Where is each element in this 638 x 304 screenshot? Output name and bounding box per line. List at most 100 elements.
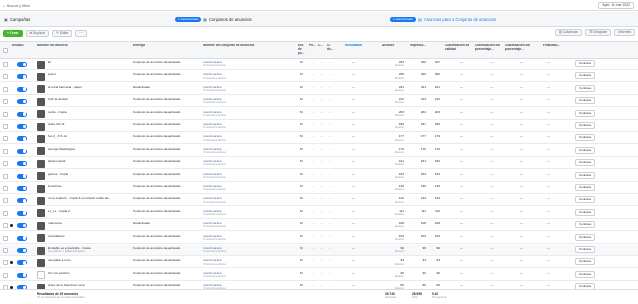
tab-ads[interactable]: 1 seleccionado ▤ Anuncios para 1 Conjunt… [390, 15, 496, 24]
row-checkbox[interactable] [3, 223, 8, 229]
table-row[interactable]: la reina hermana - papel Desactivado mundi… [0, 83, 638, 95]
search-filter-bar[interactable]: ⌕ Buscar y filtrar [3, 2, 423, 9]
end-date-button[interactable]: Continua [575, 221, 596, 229]
tab-adsets[interactable]: 1 seleccionada ▦ Conjuntos de anuncios [175, 15, 252, 24]
row-checkbox[interactable] [3, 210, 8, 216]
end-date-button[interactable]: Continua [575, 233, 596, 241]
end-date-button[interactable]: Continua [575, 246, 596, 253]
table-row[interactable]: gomes - Copia Conjunto de anuncios desact… [0, 170, 638, 182]
col-engagement[interactable]: Clasificación del porcentaje... [475, 44, 503, 52]
ad-toggle[interactable] [17, 86, 27, 92]
col-impressions[interactable]: Impresio... [410, 44, 430, 48]
ad-toggle[interactable] [17, 99, 27, 105]
col-reach[interactable]: Alcance [382, 44, 404, 48]
ad-toggle[interactable] [17, 173, 27, 179]
row-checkbox[interactable] [3, 62, 8, 67]
ad-name[interactable]: gomes - Copia [48, 172, 130, 176]
ad-name[interactable]: campaña a el ns [48, 258, 130, 262]
ad-toggle[interactable] [17, 136, 27, 142]
row-checkbox[interactable] [3, 248, 8, 253]
row-checkbox[interactable] [3, 99, 8, 105]
ad-toggle[interactable] [17, 223, 27, 229]
table-row[interactable]: El diablo es el pericidio - Copia Ver grá… [0, 245, 638, 256]
col-off-on[interactable]: Desact./ [12, 44, 34, 48]
ad-name[interactable]: George Washington [48, 147, 130, 151]
ad-name[interactable]: la lechroe [48, 184, 130, 188]
row-checkbox[interactable] [3, 260, 8, 266]
end-date-button[interactable]: Continua [575, 171, 596, 179]
table-row[interactable]: foo 2_ 3 ff- ok Conjunto de anuncios desa… [0, 133, 638, 145]
table-row[interactable]: mamonna Desactivado mundi verano 47 anuncio… [0, 220, 638, 232]
row-checkbox[interactable] [3, 124, 8, 129]
ad-toggle[interactable] [17, 272, 27, 278]
ad-name[interactable]: rumle - Copia [48, 110, 130, 114]
ad-toggle[interactable] [17, 186, 27, 191]
table-row[interactable]: porno Conjunto de anuncios desactivado mun… [0, 71, 638, 83]
end-date-button[interactable]: Continua [575, 184, 596, 191]
col-name[interactable]: Nombre del anuncio [37, 44, 127, 48]
date-range-picker[interactable]: Ayer: 11 mar 2022 [598, 2, 634, 9]
create-button[interactable]: + Crear [3, 29, 23, 37]
table-row[interactable]: CC con perritos Conjunto de anuncios desa… [0, 269, 638, 281]
ad-name[interactable]: porno [48, 72, 130, 76]
more-button[interactable]: ⋯ [75, 29, 87, 37]
ad-name[interactable]: el_ LL - Copia 2 [48, 209, 130, 213]
ad-toggle[interactable] [17, 148, 27, 154]
ad-name[interactable]: recordatorio [48, 234, 130, 238]
end-date-button[interactable]: Continua [575, 146, 596, 154]
end-date-button[interactable]: Continua [575, 84, 596, 92]
selection-badge[interactable]: 1 seleccionada [175, 17, 202, 22]
end-date-button[interactable]: Continua [575, 196, 596, 204]
col-delivery[interactable]: Entrega [133, 44, 198, 48]
table-row[interactable]: ipkad menial Conjunto de anuncios desacti… [0, 158, 638, 170]
row-hover-actions[interactable]: Ver gráficos ✎ Editar ⧉ Duplicar [48, 250, 130, 254]
row-checkbox[interactable] [3, 272, 8, 278]
ad-name[interactable]: video tick ttt [48, 122, 130, 126]
ad-toggle[interactable] [17, 124, 27, 129]
ad-name[interactable]: CC con perritos [48, 271, 130, 275]
table-row[interactable]: recordatorio Conjunto de anuncios desacti… [0, 232, 638, 244]
row-checkbox[interactable] [3, 111, 8, 117]
table-row[interactable]: rumle - Copia Conjunto de anuncios desact… [0, 108, 638, 120]
ad-name[interactable]: El [48, 60, 130, 64]
table-row[interactable]: la lechroe Conjunto de anuncios desactiva… [0, 183, 638, 194]
tab-campaigns[interactable]: ▣ Campañas [4, 15, 30, 24]
end-date-button[interactable]: Continua [575, 122, 596, 129]
ad-name[interactable]: foo 2_ 3 ff- ok [48, 134, 130, 138]
col-results[interactable]: Resultados [345, 44, 375, 48]
edit-button[interactable]: ✎ Editar [52, 29, 73, 37]
end-date-button[interactable]: Continua [575, 159, 596, 167]
end-date-button[interactable]: Continua [575, 134, 596, 142]
col-budget[interactable]: Est. de pu... [298, 44, 308, 55]
row-checkbox[interactable] [3, 136, 8, 142]
table-row[interactable]: El Conjunto de anuncios desactivado mundi … [0, 59, 638, 70]
ad-toggle[interactable] [17, 210, 27, 216]
search-input[interactable]: Buscar y filtrar [7, 4, 30, 8]
col-c[interactable]: C... [318, 44, 325, 48]
end-date-button[interactable]: Continua [575, 270, 596, 278]
col-quality[interactable]: Clasificación de calidad [445, 44, 473, 52]
end-date-button[interactable]: Continua [575, 97, 596, 105]
table-row[interactable]: George Washington Conjunto de anuncios de… [0, 145, 638, 157]
end-date-button[interactable]: Continua [575, 208, 596, 216]
columns-button[interactable]: ▥ Columnas: [554, 29, 583, 36]
ad-toggle[interactable] [17, 235, 27, 241]
table-row[interactable]: el_ LL - Copia 2 Conjunto de anuncios des… [0, 207, 638, 219]
table-row[interactable]: no le explicón - Copia 3 el cumpler toda… [0, 195, 638, 207]
end-date-button[interactable]: Continua [575, 60, 596, 67]
ad-name[interactable]: no le explicón - Copia 3 el cumpler toda… [48, 196, 130, 200]
ad-toggle[interactable] [17, 74, 27, 80]
ad-name[interactable]: video de la hoja drew coca [48, 283, 130, 287]
ad-name[interactable]: ipkad menial [48, 159, 130, 163]
table-row[interactable]: campaña a el ns Conjunto de anuncios desa… [0, 257, 638, 269]
ad-name[interactable]: 0,0z la verdad [48, 97, 130, 101]
ad-toggle[interactable] [17, 161, 27, 167]
ad-name[interactable]: la reina hermana - papel [48, 85, 130, 89]
ad-name[interactable]: mamonna [48, 221, 130, 225]
end-date-button[interactable]: Continua [575, 258, 596, 266]
ad-toggle[interactable] [17, 62, 27, 67]
row-checkbox[interactable] [3, 86, 8, 92]
end-date-button[interactable]: Continua [575, 109, 596, 117]
ad-toggle[interactable] [17, 111, 27, 117]
row-checkbox[interactable] [3, 161, 8, 167]
